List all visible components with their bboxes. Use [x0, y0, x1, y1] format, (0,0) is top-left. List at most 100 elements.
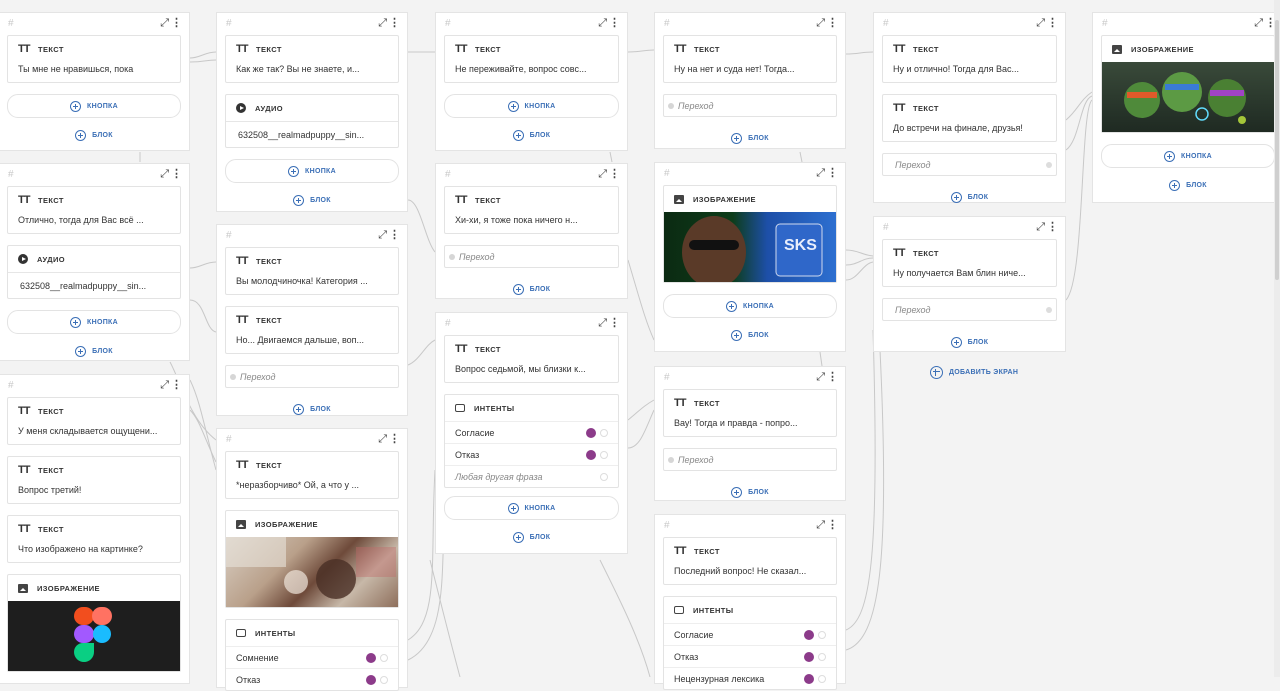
more-vertical-icon[interactable]: ⋮ — [171, 168, 182, 180]
text-block[interactable]: TT Текст Отлично, тогда для Вас всё ... — [7, 186, 181, 234]
screen-2[interactable]: # ⤢ ⋮ TT Текст Отлично, тогда для Вас всё .… — [0, 163, 190, 361]
text-block[interactable]: TT Текст Ну получается Вам блин ниче... — [882, 239, 1057, 287]
intent-row[interactable]: Сомнение — [226, 646, 398, 668]
expand-icon[interactable]: ⤢ — [1036, 17, 1045, 29]
vertical-scrollbar[interactable] — [1274, 0, 1280, 677]
intent-row[interactable]: Согласие — [664, 623, 836, 645]
screen-16[interactable]: # ⤢ ⋮ Изображение кнопка блок — [1092, 12, 1280, 203]
intent-row[interactable]: Отказ — [445, 443, 618, 465]
add-block-button[interactable]: блок — [655, 127, 845, 149]
image-block[interactable]: Изображение — [7, 574, 181, 672]
text-block[interactable]: TT Текст Последний вопрос! Не сказал... — [663, 537, 837, 585]
connector-dot[interactable] — [600, 450, 608, 459]
expand-icon[interactable]: ⤢ — [598, 168, 607, 180]
add-block-button[interactable]: блок — [0, 124, 189, 146]
screen-8[interactable]: # ⤢ ⋮ TT Текст Хи-хи, я тоже пока ничего н.… — [435, 163, 628, 299]
intents-block[interactable]: Интенты Сомнение Отказ — [225, 619, 399, 691]
expand-icon[interactable]: ⤢ — [1254, 17, 1263, 29]
add-block-button[interactable]: блок — [655, 324, 845, 346]
scrollbar-thumb[interactable] — [1275, 20, 1279, 280]
screen-11[interactable]: # ⤢ ⋮ Изображение SKS кнопка блок — [654, 162, 846, 352]
more-vertical-icon[interactable]: ⋮ — [389, 17, 400, 29]
image-block[interactable]: Изображение SKS — [663, 185, 837, 283]
connector-dot[interactable] — [1046, 306, 1052, 313]
connector-dot[interactable] — [600, 428, 608, 437]
add-block-button[interactable]: блок — [655, 481, 845, 503]
text-block[interactable]: TT Текст Не переживайте, вопрос совс... — [444, 35, 619, 83]
text-block[interactable]: TT Текст Ну и отлично! Тогда для Вас... — [882, 35, 1057, 83]
text-block[interactable]: TT Текст Ну на нет и суда нет! Тогда... — [663, 35, 837, 83]
intents-block[interactable]: Интенты Согласие Отказ Нецензурная лекси… — [663, 596, 837, 690]
screen-15[interactable]: # ⤢ ⋮ TT Текст Ну получается Вам блин ниче.… — [873, 216, 1066, 352]
add-block-button[interactable]: блок — [874, 331, 1065, 353]
add-button-button[interactable]: кнопка — [1101, 144, 1275, 168]
audio-block[interactable]: Аудио 632508__realmadpuppy__sin... — [225, 94, 399, 148]
expand-icon[interactable]: ⤢ — [816, 371, 825, 383]
expand-icon[interactable]: ⤢ — [1036, 221, 1045, 233]
screen-10[interactable]: # ⤢ ⋮ TT Текст Ну на нет и суда нет! Тогда.… — [654, 12, 846, 149]
expand-icon[interactable]: ⤢ — [160, 379, 169, 391]
text-block[interactable]: TT Текст Вы молодчиночка! Категория ... — [225, 247, 399, 295]
screen-9[interactable]: # ⤢ ⋮ TT Текст Вопрос седьмой, мы близки к.… — [435, 312, 628, 554]
add-button-button[interactable]: кнопка — [444, 496, 619, 520]
more-vertical-icon[interactable]: ⋮ — [609, 168, 620, 180]
add-button-button[interactable]: кнопка — [444, 94, 619, 118]
more-vertical-icon[interactable]: ⋮ — [827, 519, 838, 531]
image-block[interactable]: Изображение — [225, 510, 399, 608]
screen-6[interactable]: # ⤢ ⋮ TT Текст *неразборчиво* Ой, а что у .… — [216, 428, 408, 691]
text-block[interactable]: TT Текст Как же так? Вы не знаете, и... — [225, 35, 399, 83]
add-button-button[interactable]: кнопка — [7, 310, 181, 334]
transition-field[interactable]: Переход — [663, 448, 837, 471]
audio-block[interactable]: Аудио 632508__realmadpuppy__sin... — [7, 245, 181, 299]
screen-7[interactable]: # ⤢ ⋮ TT Текст Не переживайте, вопрос совс.… — [435, 12, 628, 151]
expand-icon[interactable]: ⤢ — [160, 17, 169, 29]
expand-icon[interactable]: ⤢ — [816, 167, 825, 179]
connector-dot[interactable] — [600, 472, 608, 481]
more-vertical-icon[interactable]: ⋮ — [389, 229, 400, 241]
text-block[interactable]: TT Текст У меня складывается ощущени... — [7, 397, 181, 445]
text-block[interactable]: TT Текст Хи-хи, я тоже пока ничего н... — [444, 186, 619, 234]
connector-dot[interactable] — [1046, 161, 1052, 168]
expand-icon[interactable]: ⤢ — [816, 17, 825, 29]
intent-row[interactable]: Отказ — [226, 668, 398, 690]
screen-14[interactable]: # ⤢ ⋮ TT Текст Ну и отлично! Тогда для Вас.… — [873, 12, 1066, 203]
add-button-button[interactable]: кнопка — [663, 294, 837, 318]
more-vertical-icon[interactable]: ⋮ — [1047, 17, 1058, 29]
text-block[interactable]: TT Текст Вопрос седьмой, мы близки к... — [444, 335, 619, 383]
text-block[interactable]: TT Текст Что изображено на картинке? — [7, 515, 181, 563]
screen-13[interactable]: # ⤢ ⋮ TT Текст Последний вопрос! Не сказал.… — [654, 514, 846, 690]
more-vertical-icon[interactable]: ⋮ — [827, 167, 838, 179]
connector-dot[interactable] — [818, 674, 826, 683]
transition-field[interactable]: Переход — [663, 94, 837, 117]
more-vertical-icon[interactable]: ⋮ — [827, 17, 838, 29]
expand-icon[interactable]: ⤢ — [598, 317, 607, 329]
add-screen-button[interactable]: добавить экран — [930, 366, 1018, 379]
add-block-button[interactable]: блок — [436, 278, 627, 300]
expand-icon[interactable]: ⤢ — [378, 433, 387, 445]
image-block[interactable]: Изображение — [1101, 35, 1275, 133]
expand-icon[interactable]: ⤢ — [816, 519, 825, 531]
add-block-button[interactable]: блок — [436, 526, 627, 548]
add-button-button[interactable]: кнопка — [225, 159, 399, 183]
text-block[interactable]: TT Текст *неразборчиво* Ой, а что у ... — [225, 451, 399, 499]
screen-12[interactable]: # ⤢ ⋮ TT Текст Вау! Тогда и правда - попро.… — [654, 366, 846, 501]
text-block[interactable]: TT Текст Ты мне не нравишься, пока — [7, 35, 181, 83]
screen-3[interactable]: # ⤢ ⋮ TT Текст У меня складывается ощущени.… — [0, 374, 190, 684]
expand-icon[interactable]: ⤢ — [160, 168, 169, 180]
intent-row-any[interactable]: Любая другая фраза — [445, 465, 618, 487]
screen-5[interactable]: # ⤢ ⋮ TT Текст Вы молодчиночка! Категория .… — [216, 224, 408, 416]
add-block-button[interactable]: блок — [874, 186, 1065, 208]
intent-row[interactable]: Нецензурная лексика — [664, 667, 836, 689]
transition-field[interactable]: Переход — [444, 245, 619, 268]
transition-field[interactable]: Переход — [225, 365, 399, 388]
add-block-button[interactable]: блок — [217, 398, 407, 420]
add-block-button[interactable]: блок — [436, 124, 627, 146]
add-block-button[interactable]: блок — [217, 189, 407, 211]
more-vertical-icon[interactable]: ⋮ — [171, 17, 182, 29]
text-block[interactable]: TT Текст До встречи на финале, друзья! — [882, 94, 1057, 142]
intent-row[interactable]: Согласие — [445, 421, 618, 443]
intents-block[interactable]: Интенты Согласие Отказ Любая другая фраз… — [444, 394, 619, 488]
more-vertical-icon[interactable]: ⋮ — [171, 379, 182, 391]
more-vertical-icon[interactable]: ⋮ — [1047, 221, 1058, 233]
text-block[interactable]: TT Текст Вау! Тогда и правда - попро... — [663, 389, 837, 437]
